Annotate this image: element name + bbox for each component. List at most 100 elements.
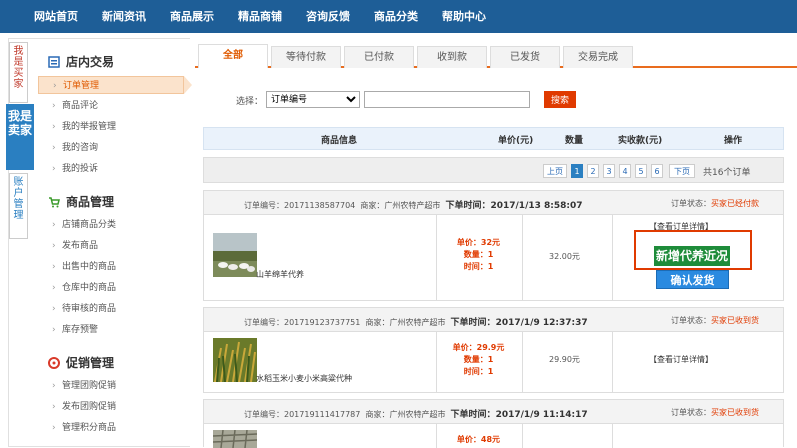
sidebar-item-points-goods[interactable]: › 管理积分商品 <box>52 419 190 437</box>
pager-page-3[interactable]: 3 <box>603 164 615 178</box>
divider <box>522 215 523 301</box>
sidebar-item-reports[interactable]: › 我的举报管理 <box>52 118 190 136</box>
chevron-right-icon: › <box>52 220 56 230</box>
qty-label: 数量： <box>463 355 488 364</box>
divider <box>612 215 613 301</box>
order-card: 订单编号：201719123737751 商家：广州农特产超市 下单时间：201… <box>203 307 784 393</box>
pager: 上页 1 2 3 4 5 6 下页 共16个订单 <box>203 157 784 183</box>
sidebar-item-label: 我的举报管理 <box>62 122 117 132</box>
search-type-select[interactable]: 订单编号 <box>266 91 360 108</box>
qty-label: 数量： <box>463 250 488 259</box>
divider <box>522 332 523 392</box>
pager-page-5[interactable]: 5 <box>635 164 647 178</box>
view-order-detail-link[interactable]: 【查看订单详情】 <box>649 354 713 365</box>
sidebar-item-complaints[interactable]: › 我的投诉 <box>52 160 190 178</box>
order-no: 201719123737751 <box>284 318 361 327</box>
duration-line: 时间：1 <box>436 261 521 273</box>
price-value: 29.9元 <box>476 343 505 352</box>
qty-value: 1 <box>487 355 494 364</box>
sidebar-item-label: 发布团购促销 <box>62 402 117 412</box>
sidebar-item-label: 我的投诉 <box>62 164 99 174</box>
confirm-ship-button[interactable]: 确认发货 <box>656 270 729 289</box>
order-no-label: 订单编号： <box>244 201 284 210</box>
table-header: 商品信息 单价(元) 数量 实收款(元) 操作 <box>203 127 784 150</box>
sidebar-item-stock-alert[interactable]: › 库存预警 <box>52 321 190 339</box>
product-name[interactable]: 山羊绵羊代养 <box>256 269 304 280</box>
col-qty: 数量 <box>565 136 584 146</box>
product-name[interactable]: 水稻玉米小麦小米高粱代种 <box>256 373 352 384</box>
tab-all[interactable]: 全部 <box>198 44 268 68</box>
nav-help[interactable]: 帮助中心 <box>430 0 498 33</box>
nav-products[interactable]: 商品展示 <box>158 0 226 33</box>
search-button[interactable]: 搜索 <box>544 91 576 108</box>
order-no: 20171138587704 <box>284 201 356 210</box>
tab-shipped[interactable]: 已发货 <box>490 46 560 68</box>
sidebar-item-label: 仓库中的商品 <box>62 283 117 293</box>
store-icon <box>48 54 60 68</box>
sidebar-item-publish[interactable]: › 发布商品 <box>52 237 190 255</box>
order-time: 2017/1/13 8:58:07 <box>490 201 583 211</box>
pager-next[interactable]: 下页 <box>669 164 695 178</box>
pager-page-2[interactable]: 2 <box>587 164 599 178</box>
order-header: 订单编号：20171138587704 商家：广州农特产超市 下单时间：2017… <box>204 191 783 215</box>
product-thumbnail[interactable] <box>213 430 257 448</box>
sidebar-item-label: 我的咨询 <box>62 143 99 153</box>
col-product: 商品信息 <box>321 136 358 146</box>
chevron-right-icon: › <box>52 304 56 314</box>
tab-completed[interactable]: 交易完成 <box>563 46 633 68</box>
pager-prev[interactable]: 上页 <box>543 164 567 178</box>
sidebar-item-order-manage[interactable]: › 订单管理 <box>38 76 192 94</box>
chevron-right-icon: › <box>53 81 57 91</box>
tab-paid[interactable]: 已付款 <box>344 46 414 68</box>
sidebar-item-on-sale[interactable]: › 出售中的商品 <box>52 258 190 276</box>
pager-page-1[interactable]: 1 <box>571 164 583 178</box>
tab-pending-payment[interactable]: 等待付款 <box>271 46 341 68</box>
pager-page-6[interactable]: 6 <box>651 164 663 178</box>
nav-home[interactable]: 网站首页 <box>22 0 90 33</box>
sidebar-item-store-category[interactable]: › 店铺商品分类 <box>52 216 190 234</box>
tab-buyer[interactable]: 我是买家 <box>9 42 28 103</box>
sidebar-item-pending-review[interactable]: › 待审核的商品 <box>52 300 190 318</box>
tab-received-payment[interactable]: 收到款 <box>417 46 487 68</box>
search-input[interactable] <box>364 91 530 108</box>
nav-news[interactable]: 新闻资讯 <box>90 0 158 33</box>
sidebar-item-warehouse[interactable]: › 仓库中的商品 <box>52 279 190 297</box>
chevron-right-icon: › <box>52 164 56 174</box>
section-title: 店内交易 <box>66 55 115 69</box>
order-meta: 订单编号：201719111417787 商家：广州农特产超市 下单时间：201… <box>244 407 588 420</box>
price-line: 单价：29.9元 <box>436 342 521 354</box>
merchant-name: 广州农特产超市 <box>389 410 446 419</box>
nav-feedback[interactable]: 咨询反馈 <box>294 0 362 33</box>
nav-categories[interactable]: 商品分类 <box>362 0 430 33</box>
order-status: 订单状态：买家已收到货 <box>671 407 759 418</box>
order-meta: 订单编号：201719123737751 商家：广州农特产超市 下单时间：201… <box>244 315 588 328</box>
merchant-name: 广州农特产超市 <box>389 318 446 327</box>
nav-shops[interactable]: 精品商铺 <box>226 0 294 33</box>
order-header: 订单编号：201719123737751 商家：广州农特产超市 下单时间：201… <box>204 308 783 332</box>
pager-page-4[interactable]: 4 <box>619 164 631 178</box>
col-amount: 实收款(元) <box>618 136 663 146</box>
price-label: 单价： <box>456 435 481 444</box>
order-status: 订单状态：买家已收到货 <box>671 315 759 326</box>
order-no-label: 订单编号： <box>244 410 284 419</box>
add-care-update-button[interactable]: 新增代养近况 <box>654 246 730 266</box>
sidebar-item-publish-group[interactable]: › 发布团购促销 <box>52 398 190 416</box>
sidebar-item-consult[interactable]: › 我的咨询 <box>52 139 190 157</box>
tab-seller[interactable]: 我是卖家 <box>6 104 34 170</box>
product-thumbnail[interactable] <box>213 233 257 277</box>
tab-account[interactable]: 账户管理 <box>9 173 28 239</box>
duration-label: 时间： <box>463 262 488 271</box>
order-total: 32.00元 <box>549 252 580 261</box>
col-action: 操作 <box>724 136 743 146</box>
divider <box>612 332 613 392</box>
order-total: 29.90元 <box>549 355 580 364</box>
price-line: 单价：32元 <box>436 237 521 249</box>
chevron-right-icon: › <box>52 241 56 251</box>
sidebar-item-label: 发布商品 <box>62 241 99 251</box>
sidebar-item-reviews[interactable]: › 商品评论 <box>52 97 190 115</box>
sidebar-item-label: 管理积分商品 <box>62 423 117 433</box>
order-no: 201719111417787 <box>284 410 361 419</box>
duration-value: 1 <box>487 262 494 271</box>
product-thumbnail[interactable] <box>213 338 257 382</box>
sidebar-item-manage-group[interactable]: › 管理团购促销 <box>52 377 190 395</box>
